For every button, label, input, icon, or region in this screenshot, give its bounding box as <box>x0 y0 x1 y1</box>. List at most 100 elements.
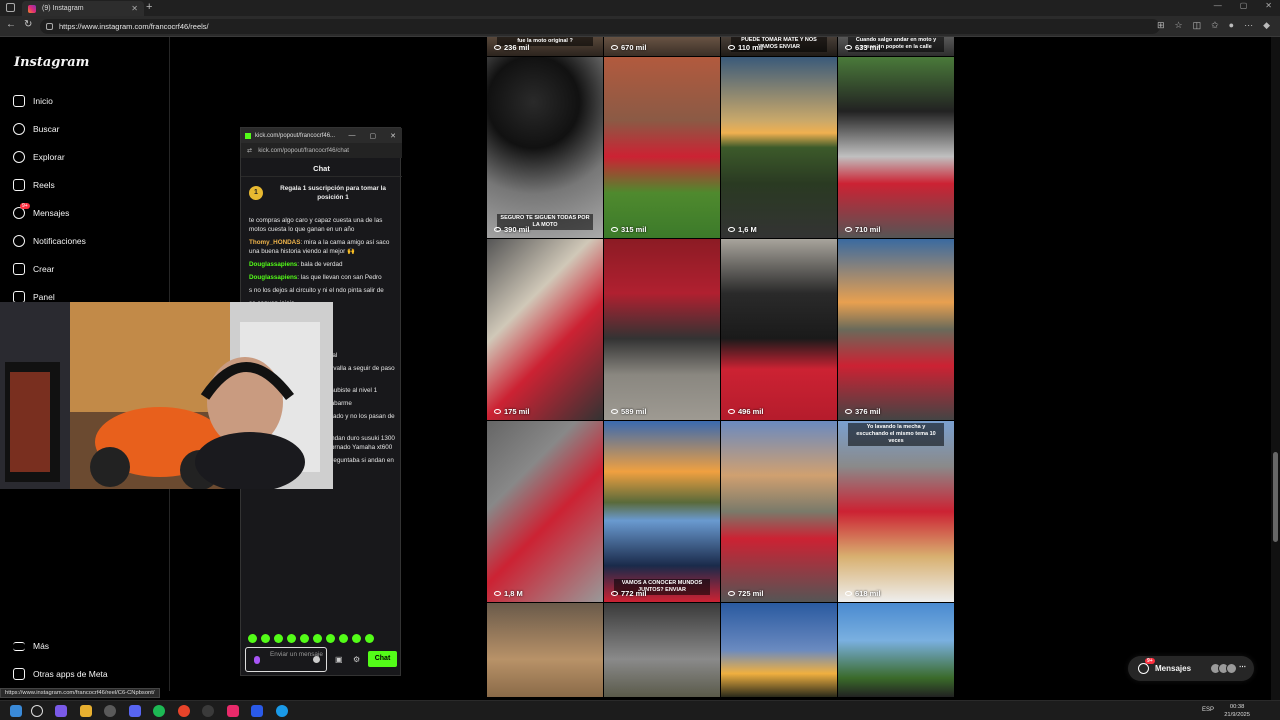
minimize-icon[interactable]: — <box>349 132 356 140</box>
emote-icon[interactable] <box>248 634 257 643</box>
edge-icon[interactable] <box>276 705 288 717</box>
plus-icon <box>13 263 25 275</box>
favorites-icon[interactable]: ✩ <box>1211 20 1219 31</box>
app-icon[interactable] <box>251 705 263 717</box>
nav-item-inicio[interactable]: Inicio <box>13 92 53 110</box>
reel-tile[interactable]: 376 mil <box>838 239 954 420</box>
reel-views: 772 mil <box>611 589 646 598</box>
emote-icon[interactable] <box>352 634 361 643</box>
reel-tile[interactable]: 710 mil <box>838 57 954 238</box>
reel-tile[interactable] <box>487 603 603 697</box>
chrome-icon[interactable] <box>178 705 190 717</box>
emote-icon[interactable] <box>287 634 296 643</box>
nav-item-mensajes[interactable]: 9+ Mensajes <box>13 203 69 222</box>
reel-tile[interactable]: 725 mil <box>721 421 837 602</box>
reel-tile[interactable]: 589 mil <box>604 239 720 420</box>
toolbar-icons: ⊞ ☆ ◫ ✩ ● ⋯ ◆ <box>1157 20 1270 31</box>
instagram-logo[interactable]: Instagram <box>14 55 89 70</box>
eye-icon <box>494 45 501 50</box>
search-icon[interactable] <box>31 705 43 717</box>
emote-icon[interactable] <box>261 634 270 643</box>
heart-icon <box>13 235 25 247</box>
minimize-icon[interactable]: — <box>1214 1 1222 10</box>
language-indicator[interactable]: ESP <box>1202 707 1214 713</box>
nav-item-buscar[interactable]: Buscar <box>13 120 59 138</box>
system-clock[interactable]: 00:38 21/9/2025 <box>1224 703 1250 719</box>
reel-tile[interactable]: Cuando salgo andar en moto y pasan en po… <box>838 37 954 56</box>
windows-start-icon[interactable] <box>10 705 22 717</box>
messages-pill[interactable]: 9+ Mensajes ⋯ <box>1128 656 1254 681</box>
maximize-icon[interactable]: ▢ <box>370 132 377 140</box>
split-screen-icon[interactable]: ◫ <box>1193 20 1202 31</box>
menu-dots-icon[interactable]: ⋯ <box>1244 20 1253 31</box>
favorite-star-icon[interactable]: ☆ <box>1175 20 1183 31</box>
home-icon <box>13 95 25 107</box>
emote-icon[interactable] <box>326 634 335 643</box>
nav-item-mas[interactable]: Más <box>13 637 49 655</box>
gift-sub-banner[interactable]: 1 Regala 1 suscripción para tomar la pos… <box>249 184 395 212</box>
chat-username[interactable]: Douglassapiens <box>249 274 297 281</box>
site-info-icon[interactable] <box>46 23 53 30</box>
new-tab-icon[interactable]: + <box>146 1 152 13</box>
nav-item-reels[interactable]: Reels <box>13 176 55 194</box>
address-bar[interactable]: https://www.instagram.com/francocrf46/re… <box>40 19 1160 34</box>
close-window-icon[interactable]: ✕ <box>1265 1 1272 10</box>
mic-icon[interactable] <box>254 656 260 664</box>
reel-tile[interactable]: 315 mil <box>604 57 720 238</box>
close-tab-icon[interactable]: ✕ <box>131 4 138 13</box>
chat-username[interactable]: Thomy_HONDAS <box>249 239 300 246</box>
spotify-icon[interactable] <box>153 705 165 717</box>
copilot-icon[interactable] <box>55 705 67 717</box>
close-icon[interactable]: ✕ <box>390 132 396 140</box>
reel-tile[interactable]: fue la moto original ? 236 mil <box>487 37 603 56</box>
chat-message-input[interactable]: Enviar un mensaje <box>245 647 327 672</box>
reload-icon[interactable]: ↻ <box>24 19 32 30</box>
send-chat-button[interactable]: Chat <box>368 651 397 667</box>
site-settings-icon[interactable]: ⇄ <box>247 147 252 154</box>
reel-tile[interactable] <box>838 603 954 697</box>
nav-item-notificaciones[interactable]: Notificaciones <box>13 232 86 250</box>
obs-icon[interactable] <box>104 705 116 717</box>
reel-tile[interactable]: 670 mil <box>604 37 720 56</box>
reel-views: 376 mil <box>845 407 880 416</box>
discord-icon[interactable] <box>129 705 141 717</box>
read-aloud-icon[interactable]: ⊞ <box>1157 20 1165 31</box>
maximize-icon[interactable]: ▢ <box>1240 1 1248 10</box>
reel-view-count: 633 mil <box>855 43 881 52</box>
reel-tile[interactable] <box>721 603 837 697</box>
nav-item-crear[interactable]: Crear <box>13 260 54 278</box>
gift-sub-text: Regala 1 suscripción para tomar la posic… <box>280 185 386 201</box>
reel-tile[interactable] <box>604 603 720 697</box>
emote-icon[interactable] <box>313 634 322 643</box>
nav-item-meta-apps[interactable]: Otras apps de Meta <box>13 665 108 683</box>
chat-username[interactable]: Douglassapiens <box>249 261 297 268</box>
reel-tile[interactable]: SEGURO TE SIGUEN TODAS POR LA MOTO 390 m… <box>487 57 603 238</box>
reel-tile[interactable]: 1,6 M <box>721 57 837 238</box>
emote-icon[interactable] <box>274 634 283 643</box>
emote-icon[interactable] <box>300 634 309 643</box>
back-icon[interactable]: ← <box>6 19 16 30</box>
tab-actions-icon[interactable] <box>6 3 15 12</box>
reel-tile[interactable]: Yo lavando la mecha y escuchando el mism… <box>838 421 954 602</box>
clock-time: 00:38 <box>1229 704 1245 710</box>
scrollbar-thumb[interactable] <box>1273 452 1278 542</box>
reel-tile[interactable]: 175 mil <box>487 239 603 420</box>
copilot-icon[interactable]: ◆ <box>1263 20 1270 31</box>
settings-gear-icon[interactable]: ⚙ <box>353 655 360 664</box>
reel-tile[interactable]: VAMOS A CONOCER MUNDOS JUNTOS? ENVIAR 77… <box>604 421 720 602</box>
gift-icon[interactable]: ▣ <box>335 655 343 664</box>
file-explorer-icon[interactable] <box>80 705 92 717</box>
page-scrollbar[interactable] <box>1271 37 1280 700</box>
steam-icon[interactable] <box>202 705 214 717</box>
reel-tile[interactable]: 1,8 M <box>487 421 603 602</box>
nav-item-explorar[interactable]: Explorar <box>13 148 65 166</box>
reel-tile[interactable]: 496 mil <box>721 239 837 420</box>
reel-tile[interactable]: PUEDE TOMAR MATE Y NOS VAMOS ENVIAR 110 … <box>721 37 837 56</box>
browser-tab[interactable]: (9) Instagram ✕ <box>22 1 144 16</box>
profile-icon[interactable]: ● <box>1229 20 1234 31</box>
emoji-icon[interactable] <box>313 656 320 663</box>
capcut-icon[interactable] <box>227 705 239 717</box>
emote-icon[interactable] <box>365 634 374 643</box>
eye-icon <box>611 227 618 232</box>
emote-icon[interactable] <box>339 634 348 643</box>
